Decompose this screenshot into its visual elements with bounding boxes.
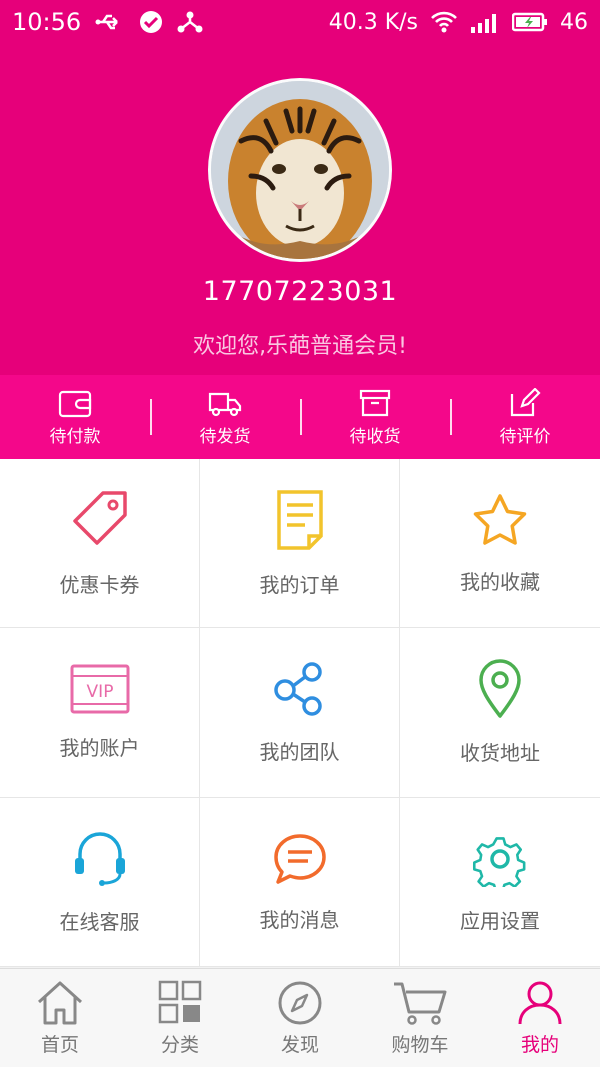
address-cell[interactable]: 收货地址 (400, 628, 600, 798)
nav-label: 我的 (520, 1033, 559, 1056)
truck-icon (208, 392, 242, 416)
location-pin-icon (479, 659, 521, 718)
star-icon (473, 493, 527, 545)
grid-label: 我的收藏 (460, 569, 540, 594)
network-speed: 40.3 K/s (328, 9, 418, 35)
my-account-cell[interactable]: VIP 我的账户 (0, 628, 200, 798)
share-nodes-icon (273, 662, 322, 716)
gear-icon (472, 836, 526, 887)
grid-label: 收货地址 (460, 741, 540, 765)
grid-label: 我的团队 (259, 740, 340, 764)
status-time: 10:56 (12, 8, 82, 36)
order-label: 待发货 (199, 426, 251, 447)
grid-label: 应用设置 (460, 908, 540, 933)
nav-category[interactable]: 分类 (120, 969, 240, 1067)
my-team-cell[interactable]: 我的团队 (200, 628, 400, 798)
feature-grid: 优惠卡券 我的订单 我的收藏 VIP 我的账户 我的团队 收货地址 在线客服 我… (0, 459, 600, 967)
battery-charging-icon (512, 12, 548, 32)
edit-icon (510, 387, 541, 416)
nav-mine[interactable]: 我的 (480, 969, 600, 1067)
svg-text:VIP: VIP (86, 682, 113, 702)
nav-label: 发现 (280, 1033, 319, 1056)
compass-icon (278, 981, 322, 1024)
signal-text: 46 (560, 9, 588, 35)
category-grid-icon (158, 980, 202, 1023)
app-settings-cell[interactable]: 应用设置 (400, 798, 600, 967)
welcome-text: 欢迎您,乐葩普通会员! (193, 334, 407, 359)
wifi-icon (430, 11, 458, 33)
grid-label: 我的账户 (59, 736, 140, 760)
order-status-bar: 待付款 待发货 待收货 待评价 (0, 375, 600, 459)
tiger-avatar-image (211, 81, 389, 259)
nav-cart[interactable]: 购物车 (360, 969, 480, 1067)
check-circle-icon (139, 10, 163, 34)
grid-label: 我的消息 (259, 907, 340, 932)
chat-bubble-icon (273, 833, 326, 884)
share-icon (177, 10, 203, 34)
grid-label: 在线客服 (59, 909, 140, 934)
order-pending-review[interactable]: 待评价 (450, 375, 600, 459)
grid-label: 优惠卡券 (59, 572, 140, 597)
order-pending-payment[interactable]: 待付款 (0, 375, 150, 459)
avatar[interactable] (208, 78, 392, 262)
usb-icon (95, 13, 125, 31)
my-favorites-cell[interactable]: 我的收藏 (400, 459, 600, 628)
my-messages-cell[interactable]: 我的消息 (200, 798, 400, 967)
home-icon (37, 981, 83, 1024)
order-pending-receipt[interactable]: 待收货 (300, 375, 450, 459)
cellular-signal-icon (470, 11, 500, 33)
customer-service-cell[interactable]: 在线客服 (0, 798, 200, 967)
order-label: 待收货 (349, 426, 401, 447)
vip-icon: VIP (70, 664, 129, 714)
order-label: 待付款 (49, 426, 101, 447)
cart-icon (394, 982, 447, 1025)
profile-header: 17707223031 欢迎您,乐葩普通会员! (0, 44, 600, 375)
wallet-icon (58, 390, 92, 417)
user-phone: 17707223031 (202, 276, 398, 307)
my-orders-cell[interactable]: 我的订单 (200, 459, 400, 628)
nav-discover[interactable]: 发现 (240, 969, 360, 1067)
bottom-nav: 首页 分类 发现 购物车 我的 (0, 968, 600, 1067)
nav-label: 购物车 (391, 1033, 449, 1056)
tag-icon (72, 490, 127, 545)
headset-icon (74, 831, 125, 886)
box-icon (359, 389, 391, 416)
order-label: 待评价 (499, 426, 551, 447)
status-bar: 10:56 40.3 K/s 46 (0, 0, 600, 44)
document-icon (276, 489, 323, 550)
nav-label: 首页 (40, 1033, 79, 1056)
nav-home[interactable]: 首页 (0, 969, 120, 1067)
user-icon (518, 981, 562, 1024)
order-pending-shipment[interactable]: 待发货 (150, 375, 300, 459)
grid-label: 我的订单 (259, 572, 340, 597)
coupon-cell[interactable]: 优惠卡券 (0, 459, 200, 628)
nav-label: 分类 (160, 1033, 199, 1056)
